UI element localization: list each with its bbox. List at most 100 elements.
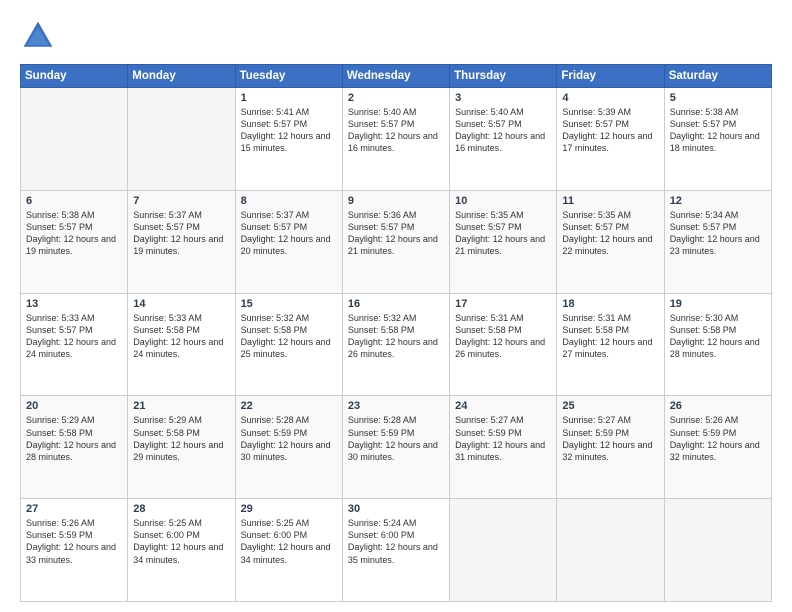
week-row-5: 27 Sunrise: 5:26 AM Sunset: 5:59 PM Dayli…: [21, 499, 772, 602]
day-number: 2: [348, 92, 444, 104]
weekday-header-wednesday: Wednesday: [342, 65, 449, 88]
day-number: 7: [133, 195, 229, 207]
day-info: Sunrise: 5:40 AM Sunset: 5:57 PM Dayligh…: [455, 106, 551, 155]
calendar-cell: 25 Sunrise: 5:27 AM Sunset: 5:59 PM Dayli…: [557, 396, 664, 499]
weekday-header-friday: Friday: [557, 65, 664, 88]
day-number: 26: [670, 400, 766, 412]
day-number: 13: [26, 298, 122, 310]
day-info: Sunrise: 5:32 AM Sunset: 5:58 PM Dayligh…: [241, 312, 337, 361]
day-number: 16: [348, 298, 444, 310]
calendar-cell: [21, 88, 128, 191]
day-number: 1: [241, 92, 337, 104]
day-number: 29: [241, 503, 337, 515]
page: SundayMondayTuesdayWednesdayThursdayFrid…: [0, 0, 792, 612]
calendar-cell: 18 Sunrise: 5:31 AM Sunset: 5:58 PM Dayli…: [557, 293, 664, 396]
day-number: 9: [348, 195, 444, 207]
day-number: 17: [455, 298, 551, 310]
week-row-1: 1 Sunrise: 5:41 AM Sunset: 5:57 PM Daylig…: [21, 88, 772, 191]
day-number: 20: [26, 400, 122, 412]
day-number: 30: [348, 503, 444, 515]
calendar-cell: 30 Sunrise: 5:24 AM Sunset: 6:00 PM Dayli…: [342, 499, 449, 602]
day-info: Sunrise: 5:29 AM Sunset: 5:58 PM Dayligh…: [133, 414, 229, 463]
calendar-cell: 29 Sunrise: 5:25 AM Sunset: 6:00 PM Dayli…: [235, 499, 342, 602]
calendar-cell: 20 Sunrise: 5:29 AM Sunset: 5:58 PM Dayli…: [21, 396, 128, 499]
calendar-cell: 1 Sunrise: 5:41 AM Sunset: 5:57 PM Daylig…: [235, 88, 342, 191]
day-number: 24: [455, 400, 551, 412]
calendar-cell: 7Sunrise: 5:37 AM Sunset: 5:57 PM Daylig…: [128, 190, 235, 293]
day-number: 6: [26, 195, 122, 207]
day-info: Sunrise: 5:27 AM Sunset: 5:59 PM Dayligh…: [455, 414, 551, 463]
day-number: 22: [241, 400, 337, 412]
calendar-cell: 23 Sunrise: 5:28 AM Sunset: 5:59 PM Dayli…: [342, 396, 449, 499]
calendar-cell: 28Sunrise: 5:25 AM Sunset: 6:00 PM Dayli…: [128, 499, 235, 602]
calendar-cell: 21Sunrise: 5:29 AM Sunset: 5:58 PM Dayli…: [128, 396, 235, 499]
calendar-cell: [450, 499, 557, 602]
day-info: Sunrise: 5:26 AM Sunset: 5:59 PM Dayligh…: [670, 414, 766, 463]
calendar-cell: [557, 499, 664, 602]
calendar-cell: 10 Sunrise: 5:35 AM Sunset: 5:57 PM Dayli…: [450, 190, 557, 293]
calendar-cell: 11 Sunrise: 5:35 AM Sunset: 5:57 PM Dayli…: [557, 190, 664, 293]
logo-icon: [20, 18, 56, 54]
calendar-cell: 12 Sunrise: 5:34 AM Sunset: 5:57 PM Dayli…: [664, 190, 771, 293]
day-info: Sunrise: 5:35 AM Sunset: 5:57 PM Dayligh…: [562, 209, 658, 258]
day-number: 14: [133, 298, 229, 310]
calendar-cell: [128, 88, 235, 191]
calendar-cell: 16Sunrise: 5:32 AM Sunset: 5:58 PM Dayli…: [342, 293, 449, 396]
day-info: Sunrise: 5:28 AM Sunset: 5:59 PM Dayligh…: [241, 414, 337, 463]
calendar-cell: 2 Sunrise: 5:40 AM Sunset: 5:57 PM Daylig…: [342, 88, 449, 191]
weekday-header-tuesday: Tuesday: [235, 65, 342, 88]
weekday-header-sunday: Sunday: [21, 65, 128, 88]
day-number: 27: [26, 503, 122, 515]
calendar-cell: 13 Sunrise: 5:33 AM Sunset: 5:57 PM Dayli…: [21, 293, 128, 396]
calendar-cell: 4Sunrise: 5:39 AM Sunset: 5:57 PM Daylig…: [557, 88, 664, 191]
day-info: Sunrise: 5:33 AM Sunset: 5:58 PM Dayligh…: [133, 312, 229, 361]
day-info: Sunrise: 5:26 AM Sunset: 5:59 PM Dayligh…: [26, 517, 122, 566]
day-info: Sunrise: 5:41 AM Sunset: 5:57 PM Dayligh…: [241, 106, 337, 155]
calendar-cell: 19 Sunrise: 5:30 AM Sunset: 5:58 PM Dayli…: [664, 293, 771, 396]
day-number: 3: [455, 92, 551, 104]
day-number: 18: [562, 298, 658, 310]
day-info: Sunrise: 5:27 AM Sunset: 5:59 PM Dayligh…: [562, 414, 658, 463]
calendar-cell: 22 Sunrise: 5:28 AM Sunset: 5:59 PM Dayli…: [235, 396, 342, 499]
day-info: Sunrise: 5:40 AM Sunset: 5:57 PM Dayligh…: [348, 106, 444, 155]
week-row-2: 6 Sunrise: 5:38 AM Sunset: 5:57 PM Daylig…: [21, 190, 772, 293]
day-number: 8: [241, 195, 337, 207]
day-number: 25: [562, 400, 658, 412]
day-info: Sunrise: 5:35 AM Sunset: 5:57 PM Dayligh…: [455, 209, 551, 258]
calendar-cell: 6 Sunrise: 5:38 AM Sunset: 5:57 PM Daylig…: [21, 190, 128, 293]
day-info: Sunrise: 5:29 AM Sunset: 5:58 PM Dayligh…: [26, 414, 122, 463]
calendar-cell: 15Sunrise: 5:32 AM Sunset: 5:58 PM Dayli…: [235, 293, 342, 396]
day-info: Sunrise: 5:25 AM Sunset: 6:00 PM Dayligh…: [133, 517, 229, 566]
day-info: Sunrise: 5:36 AM Sunset: 5:57 PM Dayligh…: [348, 209, 444, 258]
day-info: Sunrise: 5:25 AM Sunset: 6:00 PM Dayligh…: [241, 517, 337, 566]
day-info: Sunrise: 5:28 AM Sunset: 5:59 PM Dayligh…: [348, 414, 444, 463]
day-info: Sunrise: 5:31 AM Sunset: 5:58 PM Dayligh…: [562, 312, 658, 361]
week-row-3: 13 Sunrise: 5:33 AM Sunset: 5:57 PM Dayli…: [21, 293, 772, 396]
calendar-cell: 27 Sunrise: 5:26 AM Sunset: 5:59 PM Dayli…: [21, 499, 128, 602]
calendar-cell: 26 Sunrise: 5:26 AM Sunset: 5:59 PM Dayli…: [664, 396, 771, 499]
day-number: 10: [455, 195, 551, 207]
calendar-cell: 17 Sunrise: 5:31 AM Sunset: 5:58 PM Dayli…: [450, 293, 557, 396]
day-number: 12: [670, 195, 766, 207]
day-info: Sunrise: 5:33 AM Sunset: 5:57 PM Dayligh…: [26, 312, 122, 361]
day-info: Sunrise: 5:31 AM Sunset: 5:58 PM Dayligh…: [455, 312, 551, 361]
day-info: Sunrise: 5:30 AM Sunset: 5:58 PM Dayligh…: [670, 312, 766, 361]
day-info: Sunrise: 5:38 AM Sunset: 5:57 PM Dayligh…: [26, 209, 122, 258]
week-row-4: 20 Sunrise: 5:29 AM Sunset: 5:58 PM Dayli…: [21, 396, 772, 499]
day-number: 5: [670, 92, 766, 104]
day-info: Sunrise: 5:24 AM Sunset: 6:00 PM Dayligh…: [348, 517, 444, 566]
logo: [20, 18, 62, 54]
day-number: 11: [562, 195, 658, 207]
day-info: Sunrise: 5:34 AM Sunset: 5:57 PM Dayligh…: [670, 209, 766, 258]
weekday-header-saturday: Saturday: [664, 65, 771, 88]
calendar-cell: 3 Sunrise: 5:40 AM Sunset: 5:57 PM Daylig…: [450, 88, 557, 191]
day-number: 19: [670, 298, 766, 310]
day-info: Sunrise: 5:38 AM Sunset: 5:57 PM Dayligh…: [670, 106, 766, 155]
calendar-cell: 9 Sunrise: 5:36 AM Sunset: 5:57 PM Daylig…: [342, 190, 449, 293]
header: [20, 18, 772, 54]
day-number: 23: [348, 400, 444, 412]
day-info: Sunrise: 5:39 AM Sunset: 5:57 PM Dayligh…: [562, 106, 658, 155]
calendar-cell: 8Sunrise: 5:37 AM Sunset: 5:57 PM Daylig…: [235, 190, 342, 293]
weekday-header-monday: Monday: [128, 65, 235, 88]
weekday-header-row: SundayMondayTuesdayWednesdayThursdayFrid…: [21, 65, 772, 88]
